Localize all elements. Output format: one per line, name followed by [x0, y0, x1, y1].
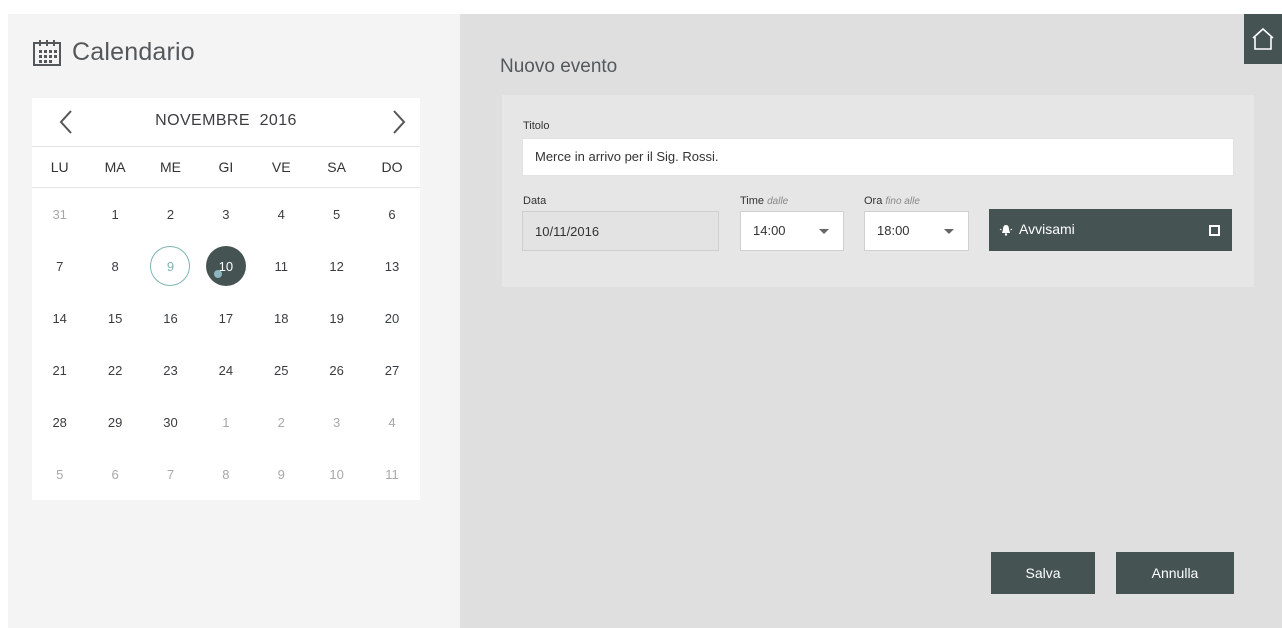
calendar-day[interactable]: 23	[143, 344, 198, 396]
month-label: NOVEMBRE 2016	[155, 112, 297, 129]
cancel-button[interactable]: Annulla	[1116, 552, 1234, 594]
calendar-week: 28 29 30 1 2 3 4	[32, 396, 420, 448]
data-label: Data	[523, 195, 547, 207]
calendar-header: Calendario	[32, 38, 195, 67]
calendar-day-selected[interactable]: 10	[198, 240, 253, 292]
weekday-header: LU MA ME GI VE SA DO	[32, 146, 420, 188]
reminder-toggle[interactable]: Avvisami	[989, 209, 1232, 251]
calendar-day[interactable]: 26	[309, 344, 364, 396]
time-to-label-text: Ora	[864, 195, 883, 207]
calendar-day[interactable]: 11	[254, 240, 309, 292]
weekday-label: VE	[271, 159, 291, 175]
titolo-label: Titolo	[523, 120, 550, 132]
calendar-day[interactable]: 30	[143, 396, 198, 448]
calendar-day[interactable]: 31	[32, 188, 87, 240]
calendar-day[interactable]: 13	[364, 240, 419, 292]
chevron-down-icon	[819, 229, 829, 234]
calendar-day[interactable]: 25	[254, 344, 309, 396]
calendar-day[interactable]: 6	[364, 188, 419, 240]
date-input[interactable]: 10/11/2016	[522, 211, 719, 251]
calendar-day[interactable]: 28	[32, 396, 87, 448]
calendar-week: 14 15 16 17 18 19 20	[32, 292, 420, 344]
weekday-label: MA	[104, 159, 126, 175]
time-to-value: 18:00	[877, 223, 910, 238]
calendar-day[interactable]: 10	[309, 448, 364, 500]
calendar-day[interactable]: 4	[254, 188, 309, 240]
save-button[interactable]: Salva	[991, 552, 1095, 594]
home-button[interactable]	[1244, 14, 1282, 64]
weekday-label: GI	[218, 159, 234, 175]
calendar-day[interactable]: 2	[254, 396, 309, 448]
calendar-day[interactable]: 8	[198, 448, 253, 500]
calendar-title: Calendario	[72, 38, 195, 66]
weekday-label: SA	[327, 159, 346, 175]
time-from-hint: dalle	[767, 196, 789, 207]
checkbox-icon[interactable]	[1209, 225, 1220, 236]
calendar-day[interactable]: 12	[309, 240, 364, 292]
time-to-label: Ora fino alle	[864, 195, 920, 207]
calendar-day[interactable]: 16	[143, 292, 198, 344]
time-from-select[interactable]: 14:00	[740, 211, 844, 251]
calendar-day[interactable]: 2	[143, 188, 198, 240]
calendar-day[interactable]: 24	[198, 344, 253, 396]
calendar-day[interactable]: 18	[254, 292, 309, 344]
calendar-day[interactable]: 1	[87, 188, 142, 240]
calendar-week: 21 22 23 24 25 26 27	[32, 344, 420, 396]
calendar-day[interactable]: 19	[309, 292, 364, 344]
calendar-day[interactable]: 21	[32, 344, 87, 396]
weekday-label: DO	[381, 159, 403, 175]
calendar-day[interactable]: 1	[198, 396, 253, 448]
calendar-day[interactable]: 15	[87, 292, 142, 344]
calendar-day[interactable]: 7	[32, 240, 87, 292]
calendar-widget: NOVEMBRE 2016 LU MA ME GI VE SA DO 31 1 …	[32, 98, 420, 500]
time-from-value: 14:00	[753, 223, 786, 238]
calendar-day[interactable]: 9	[254, 448, 309, 500]
calendar-day[interactable]: 27	[364, 344, 419, 396]
time-from-label: Time dalle	[740, 195, 788, 207]
calendar-day[interactable]: 17	[198, 292, 253, 344]
calendar-day[interactable]: 14	[32, 292, 87, 344]
event-form	[502, 95, 1254, 287]
reminder-label: Avvisami	[1019, 221, 1075, 237]
time-from-label-text: Time	[740, 195, 765, 207]
calendar-day[interactable]: 5	[309, 188, 364, 240]
time-to-hint: fino alle	[885, 196, 920, 207]
weekday-label: ME	[159, 159, 181, 175]
calendar-week: 7 8 9 10 11 12 13	[32, 240, 420, 292]
calendar-day[interactable]: 7	[143, 448, 198, 500]
bell-icon	[999, 225, 1013, 236]
time-to-select[interactable]: 18:00	[864, 211, 969, 251]
calendar-day[interactable]: 6	[87, 448, 142, 500]
calendar-day[interactable]: 3	[198, 188, 253, 240]
calendar-icon	[33, 39, 61, 66]
calendar-day[interactable]: 3	[309, 396, 364, 448]
month-nav: NOVEMBRE 2016	[32, 98, 420, 146]
calendar-day-today[interactable]: 9	[143, 240, 198, 292]
calendar-week: 5 6 7 8 9 10 11	[32, 448, 420, 500]
calendar-day[interactable]: 22	[87, 344, 142, 396]
calendar-day[interactable]: 29	[87, 396, 142, 448]
calendar-day[interactable]: 20	[364, 292, 419, 344]
calendar-day[interactable]: 4	[364, 396, 419, 448]
chevron-right-icon[interactable]	[387, 108, 411, 136]
calendar-day[interactable]: 8	[87, 240, 142, 292]
weekday-label: LU	[50, 159, 69, 175]
titolo-input[interactable]: Merce in arrivo per il Sig. Rossi.	[522, 138, 1234, 176]
event-form-heading: Nuovo evento	[500, 56, 618, 77]
calendar-week: 31 1 2 3 4 5 6	[32, 188, 420, 240]
calendar-day[interactable]: 11	[364, 448, 419, 500]
chevron-down-icon	[944, 229, 954, 234]
home-icon	[1252, 27, 1274, 50]
day-grid: 31 1 2 3 4 5 6 7 8 9 10 11 12 13 14 15 1…	[32, 188, 420, 500]
calendar-day[interactable]: 5	[32, 448, 87, 500]
